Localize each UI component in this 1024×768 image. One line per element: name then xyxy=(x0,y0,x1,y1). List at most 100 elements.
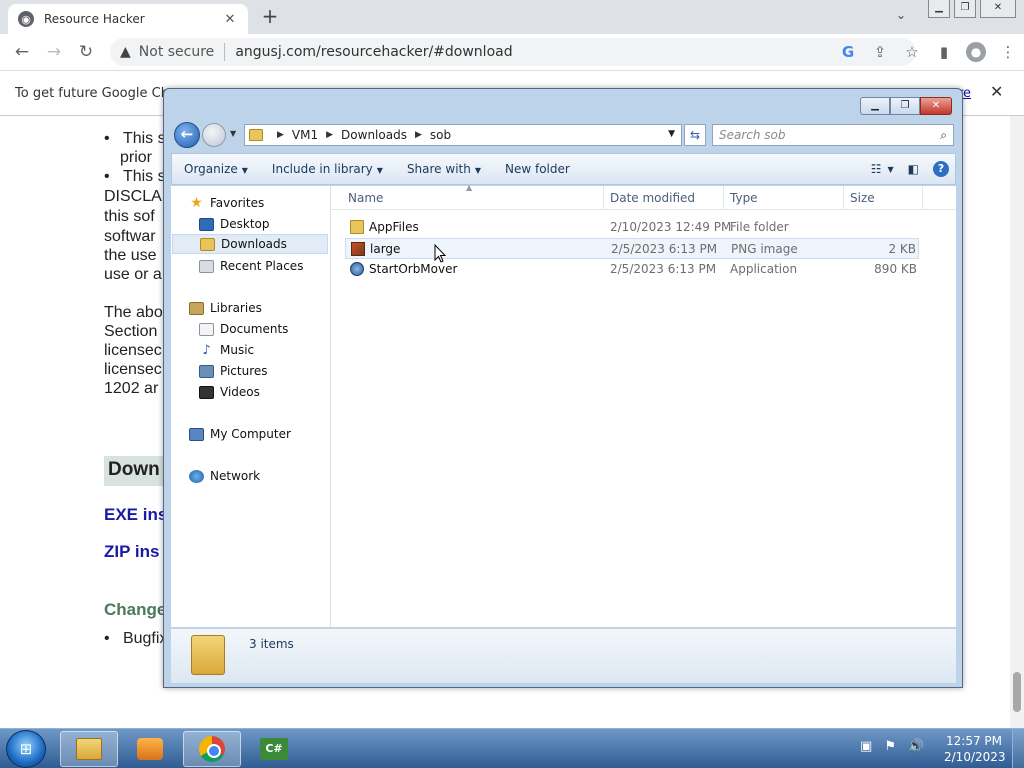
breadcrumb-vm1[interactable]: VM1 xyxy=(292,128,318,142)
taskbar-chrome-button[interactable] xyxy=(183,731,241,767)
file-row-appfiles[interactable]: AppFiles 2/10/2023 12:49 PM File folder xyxy=(345,217,919,238)
network-tray-icon[interactable]: ▣ xyxy=(860,739,872,754)
help-icon[interactable]: ? xyxy=(933,161,949,177)
new-folder-button[interactable]: New folder xyxy=(493,162,582,176)
explorer-back-button[interactable]: ← xyxy=(174,122,200,148)
share-with-button[interactable]: Share with ▼ xyxy=(395,162,493,176)
explorer-maximize-button[interactable]: ❐ xyxy=(890,97,920,115)
column-size[interactable]: Size xyxy=(850,191,875,205)
taskbar-explorer-button[interactable] xyxy=(60,731,118,767)
browser-restore-button[interactable]: ❐ xyxy=(954,0,976,18)
preview-pane-icon[interactable]: ◧ xyxy=(908,162,919,176)
share-icon[interactable]: ⇪ xyxy=(864,43,896,61)
page-scrollbar[interactable] xyxy=(1010,116,1024,728)
search-placeholder: Search sob xyxy=(719,128,786,142)
column-name[interactable]: Name xyxy=(348,191,383,205)
action-center-flag-icon[interactable]: ⚑ xyxy=(884,739,896,754)
explorer-address-bar[interactable]: ▶ VM1 ▶ Downloads ▶ sob ▼ xyxy=(244,124,682,146)
breadcrumb-arrow-icon[interactable]: ▶ xyxy=(277,130,284,140)
file-row-large[interactable]: large 2/5/2023 6:13 PM PNG image 2 KB xyxy=(345,238,919,259)
nav-libraries[interactable]: Libraries xyxy=(189,298,262,318)
nav-music[interactable]: ♪ Music xyxy=(199,340,254,360)
navigation-pane: ★ Favorites Desktop Downloads Recent Plac… xyxy=(171,186,331,627)
volume-icon[interactable]: 🔊 xyxy=(908,739,924,754)
explorer-window: ▁ ❐ ✕ ← ▼ ▶ VM1 ▶ Downloads ▶ sob ▼ ⇆ Se… xyxy=(163,88,963,688)
system-tray: ▣ ⚑ 🔊 xyxy=(860,739,932,754)
bookmark-star-icon[interactable]: ☆ xyxy=(896,43,928,61)
taskbar-csharp-button[interactable]: C# xyxy=(245,731,303,767)
show-desktop-button[interactable] xyxy=(1012,729,1024,768)
disclaimer-line: use or a xyxy=(104,266,162,283)
breadcrumb-arrow-icon[interactable]: ▶ xyxy=(326,130,333,140)
explorer-forward-button[interactable] xyxy=(202,123,226,147)
reload-icon[interactable]: ↻ xyxy=(70,42,102,62)
google-translate-icon[interactable]: G xyxy=(832,43,864,61)
png-image-icon xyxy=(351,242,365,256)
menu-kebab-icon[interactable]: ⋮ xyxy=(992,43,1024,61)
clock-time: 12:57 PM xyxy=(946,734,1002,748)
info-bar-close-icon[interactable]: ✕ xyxy=(990,82,1003,101)
browser-toolbar: ← → ↻ ▲ Not secure angusj.com/resourceha… xyxy=(0,34,1024,70)
breadcrumb-arrow-icon[interactable]: ▶ xyxy=(415,130,422,140)
start-button[interactable]: ⊞ xyxy=(6,730,46,768)
view-options-icon[interactable]: ☷ xyxy=(871,162,882,176)
profile-avatar-icon[interactable]: ● xyxy=(966,42,986,62)
column-date-modified[interactable]: Date modified xyxy=(610,191,695,205)
forward-arrow-icon[interactable]: → xyxy=(38,42,70,62)
new-tab-button[interactable]: + xyxy=(258,6,282,28)
nav-recent-places[interactable]: Recent Places xyxy=(199,256,303,276)
browser-tab-strip: ◉ Resource Hacker ✕ + ⌄ ▁ ❐ ✕ xyxy=(0,0,1024,34)
network-icon xyxy=(189,469,204,483)
nav-favorites[interactable]: ★ Favorites xyxy=(189,193,264,213)
nav-desktop[interactable]: Desktop xyxy=(199,214,270,234)
clock[interactable]: 12:57 PM 2/10/2023 xyxy=(944,733,1006,765)
scrollbar-thumb[interactable] xyxy=(1013,672,1021,712)
organize-button[interactable]: Organize ▼ xyxy=(172,162,260,176)
back-arrow-icon[interactable]: ← xyxy=(6,42,38,62)
taskbar-media-player-button[interactable] xyxy=(121,731,179,767)
tab-close-icon[interactable]: ✕ xyxy=(222,12,238,27)
bullet-dot: • This s xyxy=(104,168,166,185)
not-secure-label[interactable]: Not secure xyxy=(139,44,215,60)
file-list-pane: ▲ Name Date modified Type Size AppFiles … xyxy=(331,183,956,627)
details-pane: 3 items xyxy=(171,628,956,683)
side-panel-icon[interactable]: ▮ xyxy=(928,43,960,61)
url-text[interactable]: angusj.com/resourcehacker/#download xyxy=(235,44,512,60)
nav-downloads[interactable]: Downloads xyxy=(172,234,328,254)
browser-close-button[interactable]: ✕ xyxy=(980,0,1016,18)
nav-network[interactable]: Network xyxy=(189,466,260,486)
address-bar[interactable]: ▲ Not secure angusj.com/resourcehacker/#… xyxy=(110,38,916,66)
recent-places-icon xyxy=(199,259,214,273)
recent-pages-dropdown-icon[interactable]: ▼ xyxy=(230,129,236,138)
refresh-icon[interactable]: ⇆ xyxy=(684,124,706,146)
csharp-icon: C# xyxy=(260,738,288,760)
nav-videos[interactable]: Videos xyxy=(199,382,260,402)
explorer-minimize-button[interactable]: ▁ xyxy=(860,97,890,115)
address-dropdown-icon[interactable]: ▼ xyxy=(668,129,675,139)
bullet-dot: • Bugfix xyxy=(104,630,168,647)
breadcrumb-downloads[interactable]: Downloads xyxy=(341,128,407,142)
exe-installer-link[interactable]: EXE ins xyxy=(104,505,167,525)
browser-tab[interactable]: ◉ Resource Hacker ✕ xyxy=(8,4,248,34)
nav-my-computer[interactable]: My Computer xyxy=(189,424,291,444)
disclaimer-line: DISCLA xyxy=(104,188,162,205)
warning-triangle-icon[interactable]: ▲ xyxy=(120,44,131,60)
column-type[interactable]: Type xyxy=(730,191,758,205)
file-row-startorbmover[interactable]: StartOrbMover 2/5/2023 6:13 PM Applicati… xyxy=(345,259,919,280)
view-dropdown-icon[interactable]: ▼ xyxy=(888,165,894,174)
info-bar-message: To get future Google Chro xyxy=(15,86,182,101)
folder-icon xyxy=(350,220,364,234)
changes-heading: Change xyxy=(104,600,167,619)
tab-search-chevron-icon[interactable]: ⌄ xyxy=(896,8,906,22)
column-headers: ▲ Name Date modified Type Size xyxy=(331,183,956,210)
bullet-text: prior xyxy=(120,149,153,166)
nav-pictures[interactable]: Pictures xyxy=(199,361,268,381)
explorer-close-button[interactable]: ✕ xyxy=(920,97,952,115)
browser-minimize-button[interactable]: ▁ xyxy=(928,0,950,18)
search-icon[interactable]: ⌕ xyxy=(940,125,947,145)
zip-installer-link[interactable]: ZIP ins xyxy=(104,542,159,562)
breadcrumb-sob[interactable]: sob xyxy=(430,128,451,142)
include-in-library-button[interactable]: Include in library ▼ xyxy=(260,162,395,176)
nav-documents[interactable]: Documents xyxy=(199,319,288,339)
search-input[interactable]: Search sob ⌕ xyxy=(712,124,954,146)
